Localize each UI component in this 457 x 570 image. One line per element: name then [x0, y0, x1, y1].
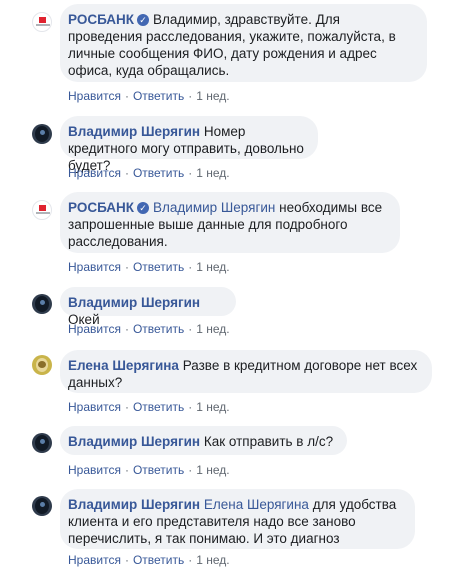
- comment-author[interactable]: Владимир Шерягин: [68, 295, 200, 310]
- comment-text: Как отправить в л/с?: [203, 434, 334, 449]
- verified-check-icon: ✓: [137, 202, 150, 214]
- comment-author[interactable]: Владимир Шерягин: [68, 124, 200, 139]
- like-link[interactable]: Нравится: [68, 553, 121, 567]
- comment-actions: Нравится · Ответить · 1 нед.: [68, 322, 230, 336]
- comment-actions: Нравится · Ответить · 1 нед.: [68, 400, 230, 414]
- timestamp[interactable]: 1 нед.: [196, 553, 229, 567]
- like-link[interactable]: Нравится: [68, 400, 121, 414]
- comment-author[interactable]: Владимир Шерягин: [68, 497, 200, 512]
- verified-check-icon: ✓: [137, 14, 150, 26]
- comment-actions: Нравится · Ответить · 1 нед.: [68, 166, 230, 180]
- comment-bubble: Владимир Шерягин Номер кредитного могу о…: [60, 116, 318, 173]
- comment-actions: Нравится · Ответить · 1 нед.: [68, 463, 230, 477]
- like-link[interactable]: Нравится: [68, 322, 121, 336]
- reply-link[interactable]: Ответить: [133, 553, 184, 567]
- avatar[interactable]: [32, 355, 52, 375]
- avatar[interactable]: [32, 496, 52, 516]
- avatar[interactable]: [32, 200, 52, 220]
- rosbank-logo-icon: [39, 205, 46, 211]
- timestamp[interactable]: 1 нед.: [196, 400, 229, 414]
- comment-bubble: РОСБАНК ✓ Владимир, здравствуйте. Для пров…: [60, 4, 427, 82]
- like-link[interactable]: Нравится: [68, 260, 121, 274]
- comment-bubble: Владимир Шерягин Как отправить в л/с?: [60, 426, 347, 455]
- comment-actions: Нравится · Ответить · 1 нед.: [68, 553, 230, 567]
- like-link[interactable]: Нравится: [68, 89, 121, 103]
- rosbank-logo-icon: [39, 17, 46, 23]
- comment-bubble: Елена Шерягина Разве в кредитном договор…: [60, 350, 432, 393]
- reply-link[interactable]: Ответить: [133, 166, 184, 180]
- timestamp[interactable]: 1 нед.: [196, 463, 229, 477]
- comment-bubble: Владимир Шерягин Окей: [60, 287, 236, 327]
- comment-author[interactable]: Владимир Шерягин: [68, 434, 200, 449]
- comment-bubble: РОСБАНК ✓ Владимир Шерягин необходимы все …: [60, 192, 400, 253]
- avatar[interactable]: [32, 294, 52, 314]
- avatar[interactable]: [32, 433, 52, 453]
- avatar[interactable]: [32, 12, 52, 32]
- reply-link[interactable]: Ответить: [133, 463, 184, 477]
- reply-link[interactable]: Ответить: [133, 400, 184, 414]
- timestamp[interactable]: 1 нед.: [196, 166, 229, 180]
- reply-link[interactable]: Ответить: [133, 322, 184, 336]
- comment-author[interactable]: РОСБАНК: [68, 200, 134, 215]
- timestamp[interactable]: 1 нед.: [196, 260, 229, 274]
- comment-bubble: Владимир Шерягин Елена Шерягина для удоб…: [60, 489, 415, 549]
- mention-link[interactable]: Елена Шерягина: [204, 497, 309, 512]
- mention-link[interactable]: Владимир Шерягин: [153, 200, 275, 215]
- reply-link[interactable]: Ответить: [133, 260, 184, 274]
- comment-actions: Нравится · Ответить · 1 нед.: [68, 89, 230, 103]
- comment-actions: Нравится · Ответить · 1 нед.: [68, 260, 230, 274]
- avatar[interactable]: [32, 124, 52, 144]
- timestamp[interactable]: 1 нед.: [196, 89, 229, 103]
- comment-author[interactable]: РОСБАНК: [68, 12, 134, 27]
- reply-link[interactable]: Ответить: [133, 89, 184, 103]
- like-link[interactable]: Нравится: [68, 463, 121, 477]
- timestamp[interactable]: 1 нед.: [196, 322, 229, 336]
- comment-author[interactable]: Елена Шерягина: [68, 358, 179, 373]
- like-link[interactable]: Нравится: [68, 166, 121, 180]
